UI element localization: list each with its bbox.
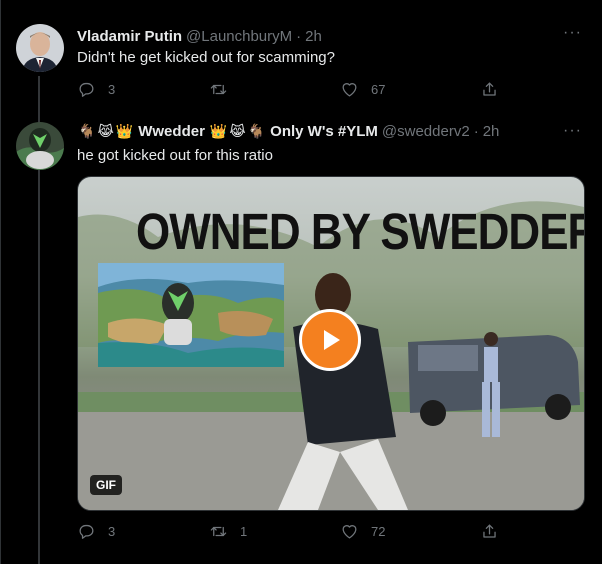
more-options-button[interactable]: ··· [563, 122, 582, 140]
tweet-header: Vladamir Putin @LaunchburyM · 2h [77, 28, 322, 45]
avatar[interactable] [16, 122, 64, 170]
gif-badge: GIF [90, 475, 122, 495]
share-button[interactable] [480, 522, 499, 541]
reply-icon [79, 524, 94, 539]
share-icon [483, 82, 496, 96]
like-icon [342, 83, 357, 97]
timestamp[interactable]: 2h [483, 123, 500, 140]
retweet-button[interactable] [209, 80, 340, 99]
share-icon [483, 524, 496, 538]
like-count: 72 [371, 524, 386, 539]
reply-button[interactable]: 3 [77, 80, 209, 99]
retweet-icon [210, 84, 227, 95]
gif-overlay-text: OWNED BY SWEDDER [136, 204, 585, 261]
play-button[interactable] [299, 309, 361, 371]
crown-emoji: 👑 [209, 123, 228, 139]
avatar[interactable] [16, 24, 64, 72]
retweet-button[interactable]: 1 [209, 522, 340, 541]
retweet-count: 1 [240, 524, 248, 539]
like-icon [342, 525, 357, 539]
retweet-icon [210, 526, 227, 537]
gif-media[interactable]: OWNED BY SWEDDER GIF [77, 176, 585, 511]
display-name[interactable]: Wwedder [138, 123, 205, 140]
goat-emoji: 🐐 [78, 123, 96, 139]
display-name-suffix[interactable]: Only W's #YLM [270, 123, 378, 140]
tweet-1[interactable]: Vladamir Putin @LaunchburyM · 2h ··· Did… [0, 0, 602, 564]
more-options-button[interactable]: ··· [563, 24, 582, 42]
reply-count: 3 [108, 524, 116, 539]
timestamp[interactable]: 2h [305, 28, 322, 45]
tweet-text: he got kicked out for this ratio [77, 147, 273, 164]
tweet-actions: 3 1 72 [77, 522, 499, 541]
crown-emoji: 👑 [115, 123, 134, 139]
user-handle[interactable]: @LaunchburyM [186, 28, 292, 45]
display-name[interactable]: Vladamir Putin [77, 28, 182, 45]
user-handle[interactable]: @swedderv2 [382, 123, 470, 140]
goat-emoji: 🐐 [247, 123, 266, 139]
laughing-cat-emoji: 😹 [229, 123, 246, 139]
gif-inset-image [98, 263, 284, 367]
like-count: 67 [371, 82, 386, 97]
reply-count: 3 [108, 82, 116, 97]
like-button[interactable]: 67 [340, 80, 480, 99]
tweet-text: Didn't he get kicked out for scamming? [77, 49, 335, 66]
reply-icon [79, 82, 94, 97]
play-icon [324, 330, 340, 350]
separator-dot: · [296, 28, 302, 45]
tweet-actions: 3 67 [77, 80, 499, 99]
separator-dot: · [473, 123, 479, 140]
share-button[interactable] [480, 80, 499, 99]
reply-button[interactable]: 3 [77, 522, 209, 541]
laughing-cat-emoji: 😹 [97, 123, 114, 139]
tweet-header: 🐐 😹 👑 Wwedder 👑 😹 🐐 Only W's #YLM @swedd… [77, 123, 499, 140]
like-button[interactable]: 72 [340, 522, 480, 541]
